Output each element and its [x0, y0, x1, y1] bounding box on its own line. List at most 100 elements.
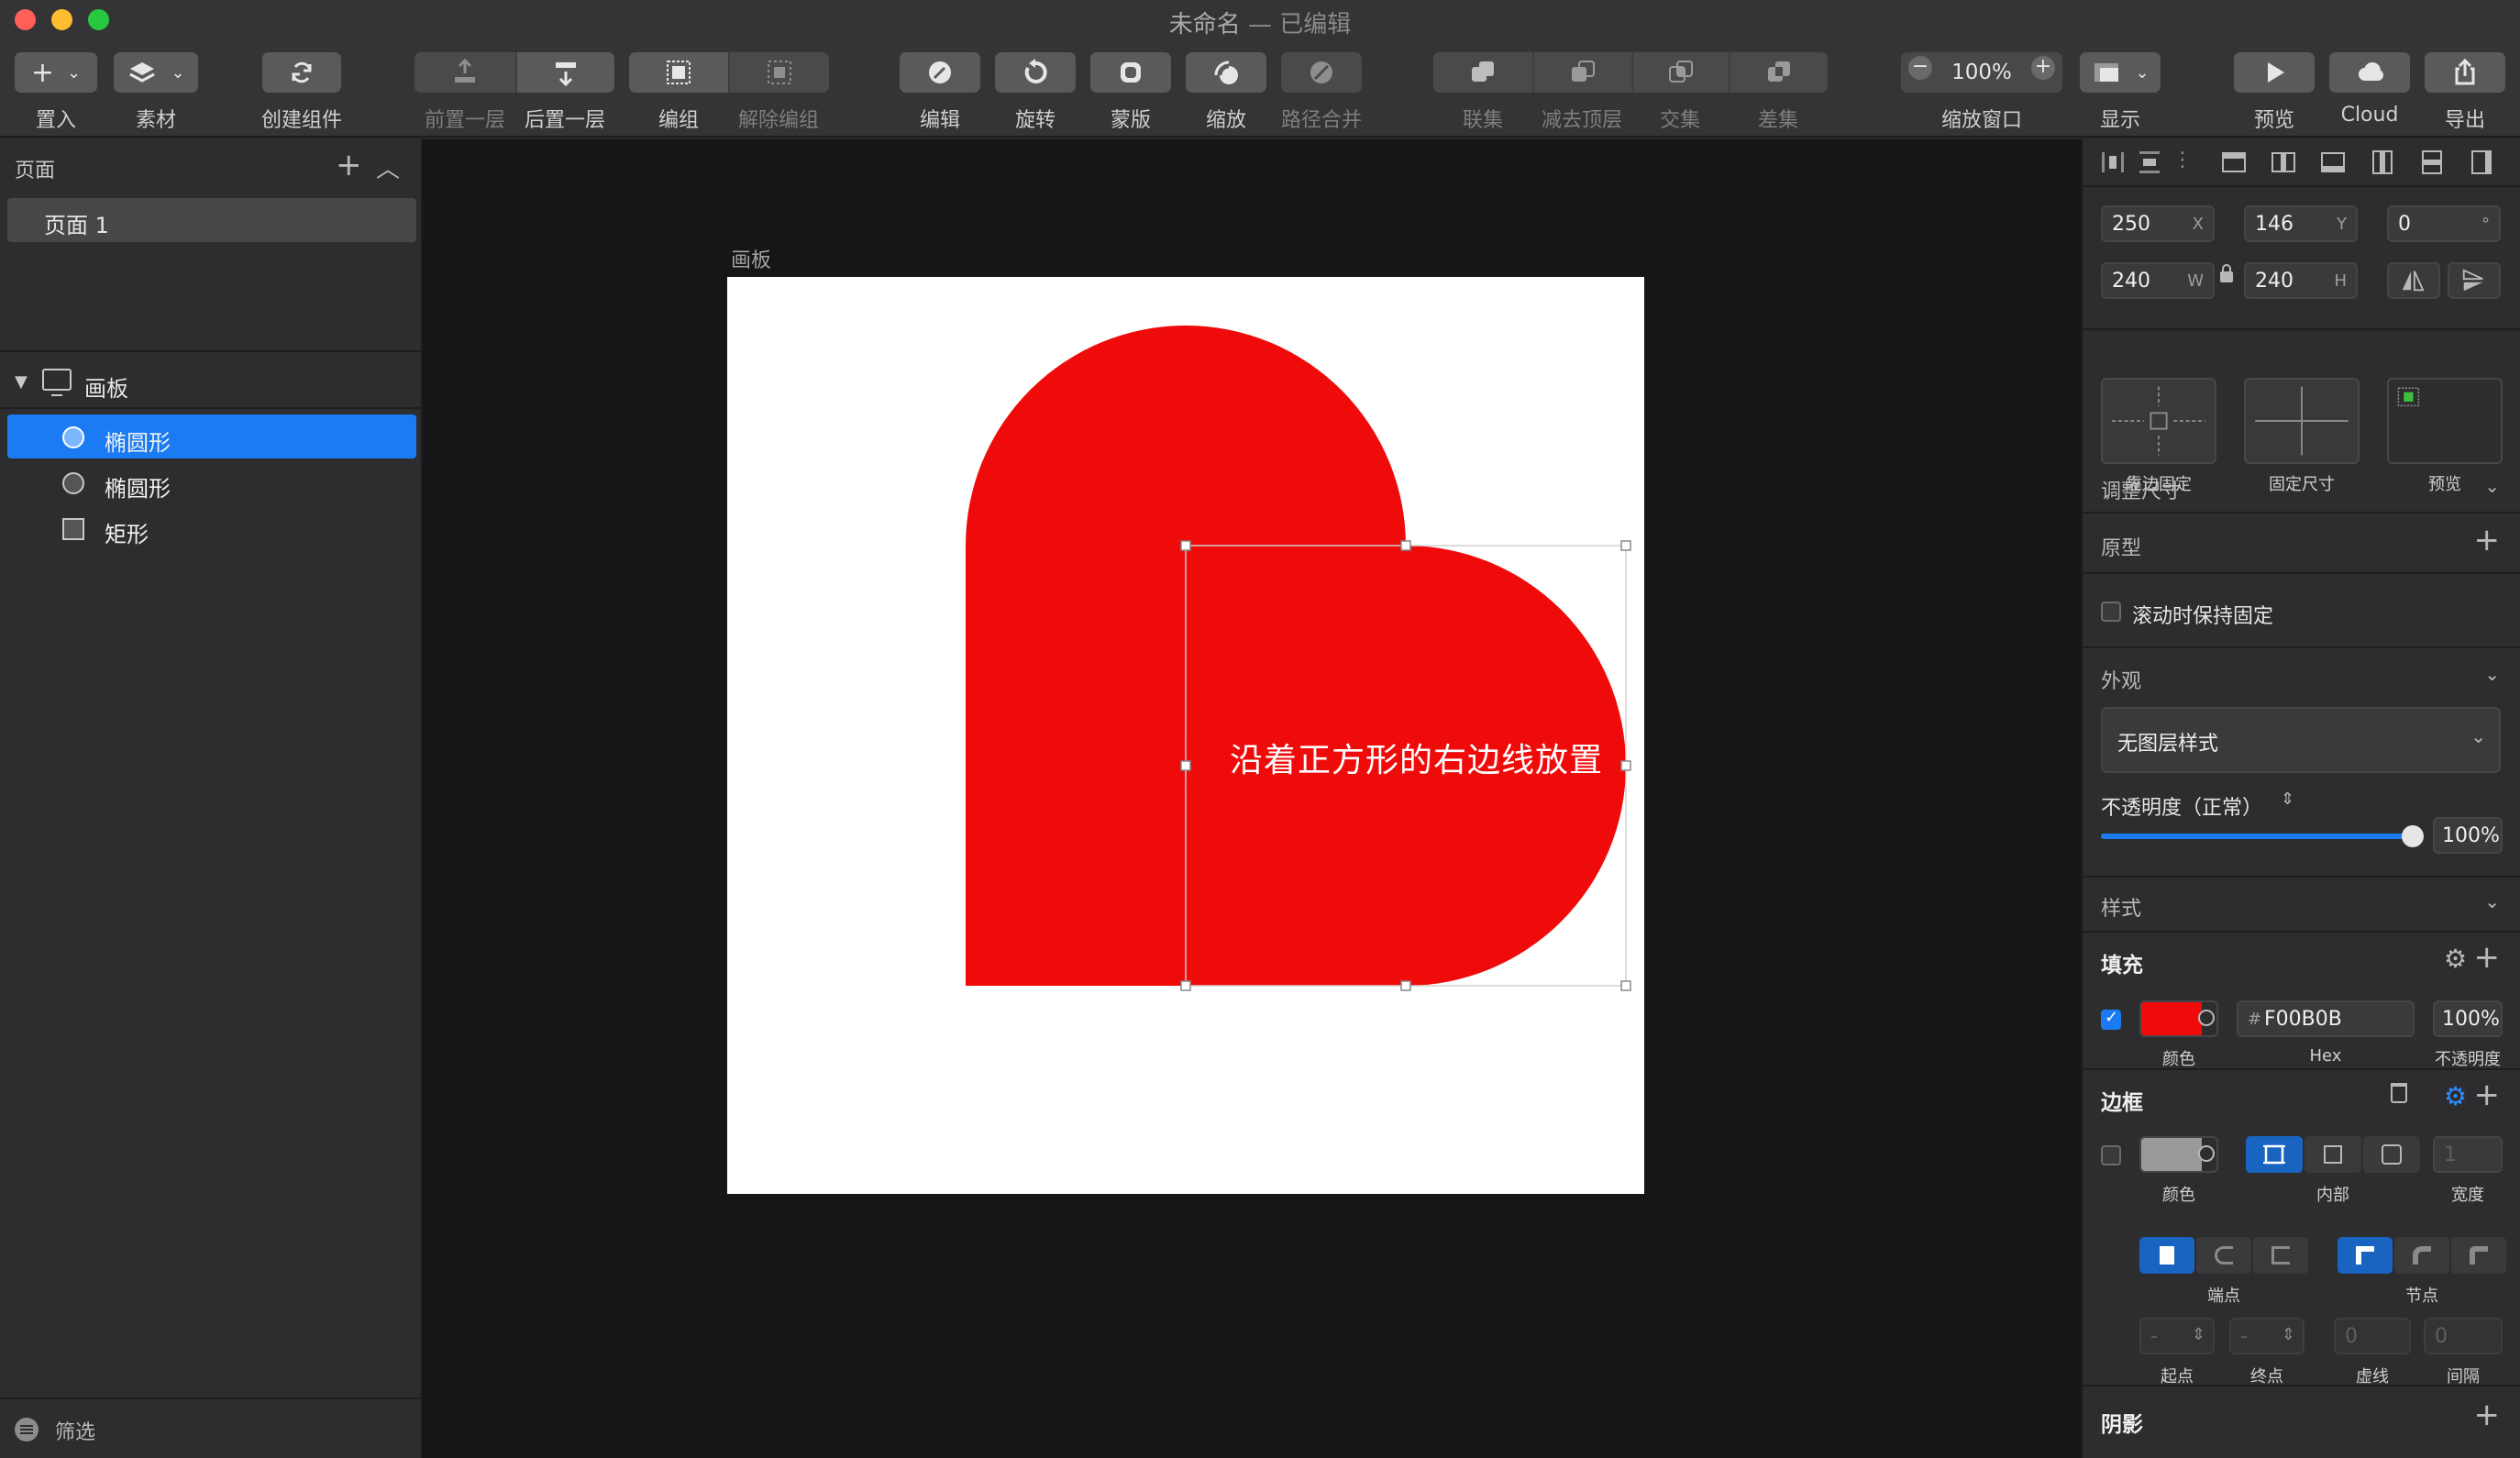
flip-vertical-button[interactable] [2448, 262, 2501, 299]
opacity-slider-knob[interactable] [2402, 825, 2424, 847]
layer-rectangle[interactable]: 矩形 [7, 506, 416, 550]
subtract-button[interactable] [1532, 52, 1631, 93]
export-button[interactable] [2425, 52, 2505, 93]
layer-oval-selected[interactable]: 椭圆形 [7, 414, 416, 458]
create-symbol-label: 创建组件 [260, 109, 342, 132]
x-value: 250 [2112, 213, 2150, 236]
distribute-vertical-icon[interactable] [2136, 149, 2163, 176]
fill-enabled-checkbox[interactable] [2101, 1008, 2121, 1030]
cap-square-button[interactable] [2253, 1237, 2308, 1274]
insert-button[interactable]: + ⌄ [15, 52, 97, 93]
distribute-horizontal-icon[interactable] [2099, 149, 2127, 176]
border-width-field[interactable]: 1 [2433, 1136, 2503, 1173]
artboard-layer[interactable]: ▼ 画板 [0, 359, 421, 405]
assets-button[interactable]: ⌄ [114, 52, 198, 93]
filter-bar[interactable]: 筛选 [0, 1397, 421, 1458]
ungroup-button[interactable] [728, 52, 829, 93]
resize-fix-control[interactable] [2244, 378, 2360, 464]
send-backward-button[interactable] [515, 52, 614, 93]
layer-style-dropdown[interactable]: 无图层样式 ⌄ [2101, 707, 2501, 773]
plus-icon: + [30, 56, 55, 89]
intersect-icon [1669, 61, 1693, 83]
intersect-button[interactable] [1631, 52, 1729, 93]
fill-hex-field[interactable]: # F00B0B [2237, 1000, 2415, 1037]
rotation-field[interactable]: 0 ° [2387, 205, 2501, 242]
chevron-down-icon[interactable]: ⌄ [2484, 890, 2500, 912]
fill-title: 填充 [2101, 954, 2143, 978]
join-miter-button[interactable] [2338, 1237, 2393, 1274]
union-button[interactable] [1433, 52, 1532, 93]
collapse-chevron-up-icon[interactable]: ︿ [376, 150, 400, 184]
scale-button[interactable] [1186, 52, 1266, 93]
border-color-well[interactable] [2139, 1136, 2218, 1173]
rotate-button[interactable] [995, 52, 1076, 93]
add-page-plus-icon[interactable]: + [336, 147, 362, 183]
align-top-icon[interactable] [2369, 149, 2396, 176]
flip-horizontal-button[interactable] [2387, 262, 2440, 299]
dash-field[interactable]: 0 [2334, 1318, 2411, 1354]
canvas-annotation-text[interactable]: 沿着正方形的右边线放置 [1230, 734, 1603, 781]
end-arrow-select[interactable]: - ⇕ [2229, 1318, 2304, 1354]
border-position-outside[interactable] [2363, 1136, 2420, 1173]
chevron-down-icon[interactable]: ⌄ [2484, 663, 2500, 685]
align-bottom-icon[interactable] [2468, 149, 2495, 176]
h-value: 240 [2255, 270, 2293, 293]
layer-oval[interactable]: 椭圆形 [7, 460, 416, 504]
align-left-icon[interactable] [2220, 149, 2248, 176]
delete-trash-icon[interactable] [2391, 1083, 2407, 1103]
add-shadow-plus-icon[interactable]: + [2474, 1399, 2501, 1430]
end-arrow-label: 终点 [2250, 1367, 2283, 1386]
align-horizontal-center-icon[interactable] [2270, 149, 2297, 176]
edit-label: 编辑 [919, 109, 960, 132]
preview-button[interactable] [2234, 52, 2315, 93]
height-field[interactable]: 240 H [2244, 262, 2358, 299]
bring-forward-icon [455, 58, 475, 83]
add-prototype-plus-icon[interactable]: + [2474, 525, 2501, 556]
fill-opacity-field[interactable]: 100% [2433, 1000, 2503, 1037]
group-button[interactable] [629, 52, 728, 93]
start-arrow-select[interactable]: - ⇕ [2139, 1318, 2215, 1354]
add-fill-plus-icon[interactable]: + [2474, 942, 2501, 973]
cloud-button[interactable] [2329, 52, 2410, 93]
opacity-field[interactable]: 100% [2433, 817, 2503, 854]
insert-label: 置入 [35, 109, 76, 132]
disclosure-triangle-icon[interactable]: ▼ [15, 372, 28, 392]
flatten-button[interactable] [1281, 52, 1362, 93]
preview-label: 预览 [2253, 109, 2294, 132]
align-vertical-center-icon[interactable] [2418, 149, 2446, 176]
mask-button[interactable] [1090, 52, 1171, 93]
hash-sign: # [2248, 1010, 2262, 1029]
opacity-slider[interactable] [2101, 825, 2424, 847]
create-symbol-button[interactable] [262, 52, 341, 93]
join-round-button[interactable] [2394, 1237, 2449, 1274]
blend-mode-stepper-icon[interactable]: ⇕ [2281, 790, 2294, 809]
style-title: 样式 [2101, 898, 2142, 921]
difference-button[interactable] [1729, 52, 1828, 93]
fill-color-well[interactable] [2139, 1000, 2218, 1037]
view-button[interactable]: ⌄ [2080, 52, 2161, 93]
border-position-center[interactable] [2246, 1136, 2303, 1173]
join-bevel-button[interactable] [2451, 1237, 2506, 1274]
add-border-plus-icon[interactable]: + [2474, 1079, 2501, 1110]
canvas[interactable]: 画板 沿着正方形的右边线放置 [423, 139, 2081, 1458]
x-position-field[interactable]: 250 X [2101, 205, 2215, 242]
page-item[interactable]: 页面 1 [7, 198, 416, 242]
border-enabled-checkbox[interactable] [2101, 1145, 2121, 1165]
y-position-field[interactable]: 146 Y [2244, 205, 2358, 242]
resize-pin-control[interactable] [2101, 378, 2216, 464]
zoom-in-button[interactable]: + [2031, 56, 2055, 80]
bring-forward-button[interactable] [414, 52, 515, 93]
artboard-title[interactable]: 画板 [731, 244, 771, 273]
border-position-inside[interactable] [2304, 1136, 2361, 1173]
border-settings-gear-icon[interactable]: ⚙ [2444, 1081, 2467, 1111]
gap-field[interactable]: 0 [2424, 1318, 2503, 1354]
fill-settings-gear-icon[interactable]: ⚙ [2444, 944, 2467, 974]
align-right-icon[interactable] [2319, 149, 2347, 176]
width-field[interactable]: 240 W [2101, 262, 2215, 299]
more-dots-icon[interactable]: ⋮ [2172, 149, 2193, 171]
fix-on-scroll-checkbox[interactable] [2101, 602, 2121, 622]
zoom-out-button[interactable]: − [1908, 56, 1932, 80]
cap-round-button[interactable] [2196, 1237, 2251, 1274]
cap-butt-button[interactable] [2139, 1237, 2194, 1274]
edit-button[interactable] [900, 52, 980, 93]
